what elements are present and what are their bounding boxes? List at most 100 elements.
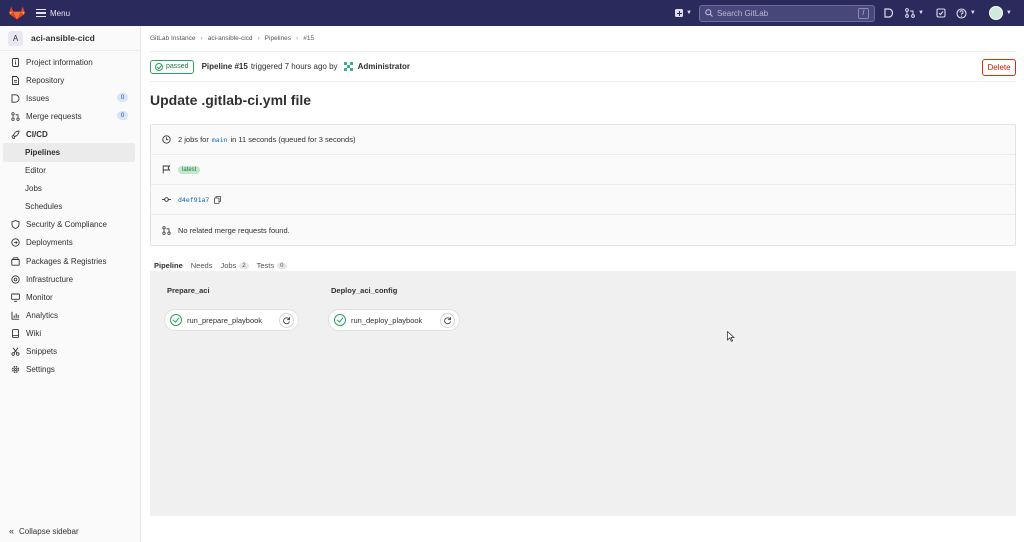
branch-link[interactable]: main (212, 136, 228, 144)
sidebar-item-jobs[interactable]: Jobs (0, 180, 140, 198)
sidebar-item-label: Security & Compliance (26, 220, 107, 230)
merge-requests-row: No related merge requests found. (151, 215, 1015, 245)
latest-badge: latest (178, 165, 201, 174)
breadcrumb-item[interactable]: #15 (303, 35, 314, 42)
search-input[interactable]: Search GitLab (717, 9, 858, 18)
book-icon (11, 329, 20, 338)
job-item[interactable]: run_deploy_playbook (328, 309, 460, 331)
sidebar-item-cicd[interactable]: CI/CD (0, 125, 140, 143)
sidebar-item-label: Merge requests (26, 111, 82, 121)
retry-icon (283, 317, 290, 325)
breadcrumb-separator-icon: › (296, 35, 299, 42)
project-name: aci-ansible-cicd (31, 33, 95, 43)
sidebar-item-label: Repository (26, 75, 65, 85)
merge-requests-top-button[interactable]: ▼ (902, 4, 927, 22)
copy-icon[interactable] (214, 195, 222, 204)
issues-top-button[interactable] (881, 4, 896, 22)
sidebar-item-editor[interactable]: Editor (0, 162, 140, 180)
help-button[interactable]: ▼ (953, 4, 979, 22)
sidebar-item-issues[interactable]: Issues 0 (0, 89, 140, 107)
delete-button[interactable]: Delete (982, 59, 1016, 76)
breadcrumb: GitLab Instance › aci-ansible-cicd › Pipel… (150, 26, 1016, 52)
new-dropdown-button[interactable]: ▼ (672, 4, 695, 22)
triggered-text: triggered 7 hours ago by (250, 62, 338, 71)
sidebar-item-label: Packages & Registries (26, 256, 107, 266)
commit-sha-link[interactable]: d4ef91a7 (178, 196, 209, 204)
sidebar-item-schedules[interactable]: Schedules (0, 198, 140, 216)
pipeline-header-text: Pipeline #15 triggered 7 hours ago by Ad… (202, 61, 413, 72)
sidebar-item-merge-requests[interactable]: Merge requests 0 (0, 107, 140, 125)
main-content: GitLab Instance › aci-ansible-cicd › Pipel… (150, 26, 1016, 516)
sidebar-item-snippets[interactable]: Snippets (0, 343, 140, 361)
info-icon (11, 57, 20, 67)
job-item[interactable]: run_prepare_playbook (164, 309, 299, 331)
sidebar-item-monitor[interactable]: Monitor (0, 288, 140, 306)
sidebar-item-pipelines[interactable]: Pipelines (3, 143, 135, 162)
issues-count-badge: 0 (117, 93, 128, 103)
package-icon (11, 256, 20, 266)
issues-icon (11, 94, 20, 103)
no-merge-requests-text: No related merge requests found. (178, 225, 290, 235)
sidebar-item-settings[interactable]: Settings (0, 361, 140, 379)
collapse-sidebar-label: Collapse sidebar (19, 526, 79, 536)
merge-requests-count-badge: 0 (117, 111, 128, 121)
sidebar-item-project-information[interactable]: Project information (0, 53, 140, 71)
search-icon (705, 9, 713, 17)
job-name: run_deploy_playbook (351, 315, 423, 325)
menu-button[interactable]: Menu (36, 9, 70, 18)
sidebar-item-security-compliance[interactable]: Security & Compliance (0, 216, 140, 234)
clock-icon (162, 135, 171, 144)
tab-label: Jobs (220, 261, 237, 270)
collapse-sidebar-button[interactable]: « Collapse sidebar (9, 526, 79, 536)
sidebar-item-label: Deployments (26, 238, 73, 248)
cloud-icon (11, 275, 20, 284)
jobs-summary-prefix: 2 jobs for (178, 135, 209, 144)
breadcrumb-separator-icon: › (257, 35, 260, 42)
sidebar-item-infrastructure[interactable]: Infrastructure (0, 270, 140, 288)
merge-icon (162, 225, 171, 235)
stage-title: Prepare_aci (167, 286, 210, 295)
stage-title: Deploy_aci_config (331, 286, 398, 295)
shield-icon (11, 220, 20, 230)
chevron-down-icon: ▼ (969, 10, 976, 16)
search-shortcut-key: / (857, 7, 869, 19)
sidebar-item-label: Monitor (26, 292, 53, 302)
retry-icon (444, 317, 451, 325)
breadcrumb-item[interactable]: GitLab Instance (150, 35, 196, 42)
jobs-summary-suffix: in 11 seconds (queued for 3 seconds) (230, 135, 356, 144)
topbar-actions: ▼ Search GitLab / ▼ ▼ ▼ (672, 0, 1012, 26)
sidebar: A aci-ansible-cicd Project information R… (0, 26, 141, 542)
commit-row: d4ef91a7 (151, 185, 1015, 215)
doc-icon (11, 75, 20, 85)
breadcrumb-item[interactable]: Pipelines (265, 35, 291, 42)
pipeline-header: passed Pipeline #15 triggered 7 hours ag… (150, 52, 1016, 82)
sidebar-item-wiki[interactable]: Wiki (0, 324, 140, 342)
sidebar-item-deployments[interactable]: Deployments (0, 234, 140, 252)
retry-button[interactable] (440, 313, 455, 328)
gitlab-logo-icon[interactable] (9, 6, 25, 20)
breadcrumb-item[interactable]: aci-ansible-cicd (208, 35, 253, 42)
admin-avatar[interactable] (342, 61, 354, 72)
sidebar-item-label: Jobs (25, 184, 42, 194)
search-box[interactable]: Search GitLab / (698, 4, 875, 22)
sidebar-item-repository[interactable]: Repository (0, 71, 140, 89)
todos-button[interactable] (933, 4, 949, 22)
sidebar-item-label: Wiki (26, 328, 42, 338)
tab-count-badge: 2 (239, 262, 249, 269)
trigger-user[interactable]: Administrator (358, 62, 410, 71)
flag-icon (162, 165, 171, 174)
user-avatar-button[interactable] (988, 6, 1003, 20)
merge-request-icon (905, 8, 915, 18)
menu-label: Menu (50, 8, 71, 18)
sidebar-item-label: Infrastructure (26, 274, 74, 284)
retry-button[interactable] (279, 313, 294, 328)
sidebar-item-analytics[interactable]: Analytics (0, 306, 140, 324)
sidebar-item-label: Pipelines (25, 148, 61, 158)
breadcrumb-separator-icon: › (200, 35, 203, 42)
status-badge[interactable]: passed (150, 59, 194, 74)
sidebar-project-header[interactable]: A aci-ansible-cicd (0, 26, 140, 51)
tab-label: Tests (256, 261, 275, 270)
status-label: passed (166, 63, 189, 70)
plus-square-icon (675, 9, 683, 17)
sidebar-item-packages-registries[interactable]: Packages & Registries (0, 252, 140, 270)
